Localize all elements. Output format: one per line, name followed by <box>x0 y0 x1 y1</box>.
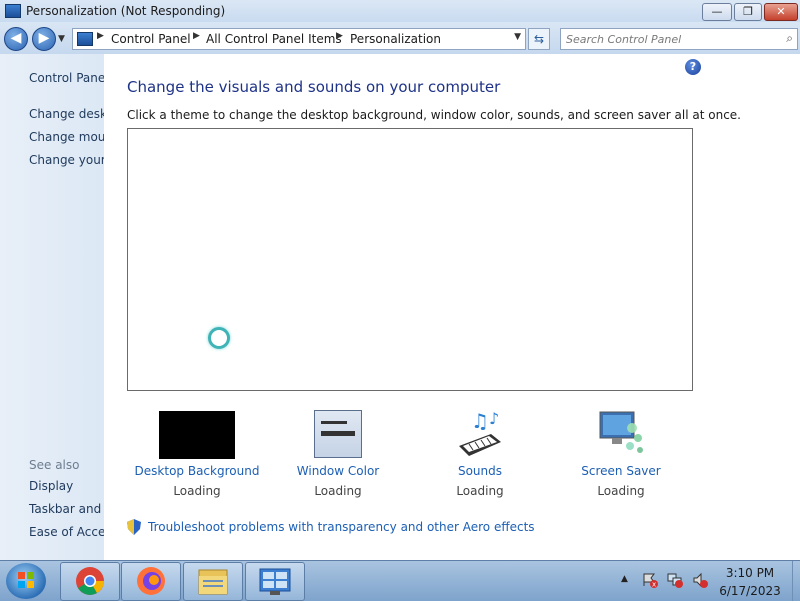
screen-saver-icon[interactable] <box>596 408 646 458</box>
sidebar-link-display[interactable]: Display <box>29 479 73 493</box>
page-title: Change the visuals and sounds on your co… <box>127 78 501 96</box>
volume-muted-icon[interactable] <box>692 572 708 588</box>
minimize-button[interactable]: — <box>702 3 732 21</box>
help-icon[interactable]: ? <box>685 59 701 75</box>
busy-spinner-icon <box>208 327 230 349</box>
svg-text:x: x <box>652 581 656 589</box>
search-icon[interactable]: ⌕ <box>786 31 793 46</box>
screen-saver-status: Loading <box>597 484 645 498</box>
action-center-icon[interactable]: x <box>642 572 658 588</box>
breadcrumb-all-items[interactable]: All Control Panel Items <box>206 32 342 46</box>
sounds-item[interactable]: ♫ ♪ Sounds Loading <box>410 408 550 498</box>
desktop-background-status: Loading <box>173 484 221 498</box>
title-bar: Personalization (Not Responding) — ❐ ✕ <box>0 0 800 22</box>
sidebar-link-taskbar[interactable]: Taskbar and Start Menu <box>29 502 104 516</box>
sidebar-link-account-picture[interactable]: Change your account picture <box>29 153 104 167</box>
desktop-background-link[interactable]: Desktop Background <box>127 464 267 478</box>
address-bar[interactable]: ▶ Control Panel ▶ All Control Panel Item… <box>72 28 526 50</box>
taskbar-control-panel-button[interactable] <box>245 562 305 601</box>
search-input[interactable] <box>561 29 771 49</box>
see-also-heading: See also <box>29 458 80 472</box>
svg-text:♪: ♪ <box>489 409 499 428</box>
clock-date[interactable]: 6/17/2023 <box>712 584 788 598</box>
recent-pages-dropdown[interactable]: ▼ <box>58 34 65 44</box>
back-button[interactable]: ◀ <box>4 27 28 51</box>
sidebar-link-desktop-icons[interactable]: Change desktop icons <box>29 107 104 121</box>
show-desktop-button[interactable] <box>792 561 800 601</box>
firefox-icon <box>137 567 165 595</box>
network-icon[interactable] <box>667 572 683 588</box>
windows-logo-icon <box>18 572 34 588</box>
taskbar: ▲ x 3:10 PM 6/17/2023 <box>0 560 800 601</box>
search-box[interactable]: ⌕ <box>560 28 798 50</box>
chrome-icon <box>76 567 104 595</box>
breadcrumb-separator-icon[interactable]: ▶ <box>97 31 104 41</box>
sounds-icon[interactable]: ♫ ♪ <box>455 408 505 458</box>
close-button[interactable]: ✕ <box>764 3 798 21</box>
window-color-link[interactable]: Window Color <box>268 464 408 478</box>
theme-list[interactable] <box>127 128 693 391</box>
svg-text:♫: ♫ <box>471 409 489 433</box>
clock-time[interactable]: 3:10 PM <box>712 566 788 580</box>
page-subtitle: Click a theme to change the desktop back… <box>127 108 741 122</box>
sidebar: Control Panel Home Change desktop icons … <box>0 54 104 560</box>
personalization-icon <box>5 4 21 18</box>
sidebar-link-control-panel-home[interactable]: Control Panel Home <box>29 71 104 85</box>
desktop-background-item[interactable]: Desktop Background Loading <box>127 408 267 498</box>
file-explorer-icon <box>198 569 228 595</box>
window-title: Personalization (Not Responding) <box>26 4 226 18</box>
navigation-bar: ◀ ▶ ▼ ▶ Control Panel ▶ All Control Pane… <box>0 22 800 54</box>
breadcrumb-separator-icon[interactable]: ▶ <box>336 31 343 41</box>
breadcrumb-personalization[interactable]: Personalization <box>350 32 441 46</box>
control-panel-icon <box>259 568 291 595</box>
sounds-link[interactable]: Sounds <box>410 464 550 478</box>
taskbar-chrome-button[interactable] <box>60 562 120 601</box>
sidebar-link-ease-of-access[interactable]: Ease of Access Center <box>29 525 104 539</box>
sounds-status: Loading <box>456 484 504 498</box>
start-button[interactable] <box>6 563 46 599</box>
window-color-icon[interactable] <box>314 410 362 458</box>
address-dropdown-icon[interactable]: ▼ <box>514 32 521 42</box>
taskbar-firefox-button[interactable] <box>121 562 181 601</box>
sidebar-link-mouse-pointers[interactable]: Change mouse pointers <box>29 130 104 144</box>
maximize-button[interactable]: ❐ <box>734 3 762 21</box>
troubleshoot-link[interactable]: Troubleshoot problems with transparency … <box>148 520 535 534</box>
taskbar-explorer-button[interactable] <box>183 562 243 601</box>
window-color-item[interactable]: Window Color Loading <box>268 408 408 498</box>
show-hidden-icons-button[interactable]: ▲ <box>621 574 628 584</box>
refresh-button[interactable]: ⇆ <box>528 28 550 50</box>
control-panel-icon <box>77 32 93 46</box>
breadcrumb-control-panel[interactable]: Control Panel <box>111 32 191 46</box>
window-color-status: Loading <box>314 484 362 498</box>
forward-button[interactable]: ▶ <box>32 27 56 51</box>
screen-saver-link[interactable]: Screen Saver <box>551 464 691 478</box>
shield-icon <box>127 519 141 535</box>
desktop-background-thumbnail[interactable] <box>159 411 235 459</box>
screen-saver-item[interactable]: Screen Saver Loading <box>551 408 691 498</box>
breadcrumb-separator-icon[interactable]: ▶ <box>193 31 200 41</box>
